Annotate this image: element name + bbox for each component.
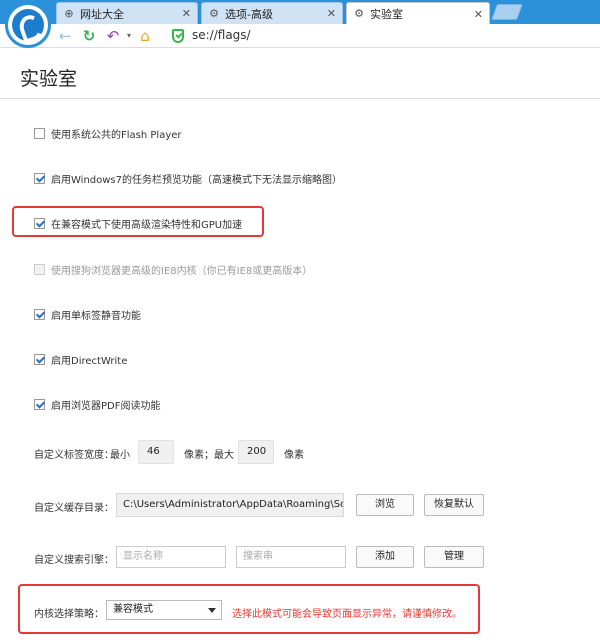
add-button[interactable]: 添加 [356,546,414,568]
checkbox[interactable] [34,309,45,320]
unit-label: 像素；最大 [184,450,234,461]
option-tab-mute[interactable]: 启用单标签静音功能 [34,307,141,322]
close-icon[interactable]: ✕ [327,7,336,20]
page-title: 实验室 [20,68,78,90]
kernel-warning-text: 选择此模式可能会导致页面显示异常，请谨慎修改。 [232,609,462,620]
min-width-input[interactable]: 46 [138,440,174,464]
gear-icon: ⚙ [354,7,364,20]
tab-options-advanced[interactable]: ⚙ 选项-高级 ✕ [201,2,343,24]
checkbox[interactable] [34,173,45,184]
option-gpu-acceleration[interactable]: 在兼容模式下使用高级渲染特性和GPU加速 [34,216,242,231]
kernel-strategy-label: 内核选择策略： [34,609,104,620]
checkbox[interactable] [34,218,45,229]
restore-default-button[interactable]: 恢复默认 [424,494,484,516]
checkbox [34,264,45,275]
option-ie8-kernel: 使用搜狗浏览器更高级的IE8内核（你已有IE8或更高版本） [34,262,312,277]
manage-button[interactable]: 管理 [424,546,484,568]
toolbar: ← ↻ ↶ ▾ ⌂ se://flags/ [0,24,600,48]
cache-dir-input[interactable]: C:\Users\Administrator\AppData\Roaming\S… [116,493,344,517]
tab-width-label: 自定义标签宽度： [34,450,114,461]
home-icon[interactable]: ⌂ [136,27,154,45]
refresh-icon[interactable]: ↻ [80,27,98,45]
divider [0,98,600,99]
back-arrow-icon[interactable]: ← [56,27,74,45]
search-name-input[interactable]: 显示名称 [116,546,226,568]
checkbox[interactable] [34,354,45,365]
browse-button[interactable]: 浏览 [356,494,414,516]
dropdown-arrow-icon [208,608,216,613]
gear-icon: ⚙ [209,6,219,20]
close-icon[interactable]: ✕ [474,8,483,21]
security-shield-icon [172,29,184,43]
sogou-logo-icon[interactable] [5,2,51,48]
option-directwrite[interactable]: 启用DirectWrite [34,352,127,367]
tab-nav-sites[interactable]: ⊕ 网址大全 ✕ [56,2,198,24]
close-icon[interactable]: ✕ [182,7,191,20]
option-pdf-reader[interactable]: 启用浏览器PDF阅读功能 [34,397,160,412]
checkbox[interactable] [34,399,45,410]
globe-icon: ⊕ [64,6,74,20]
cache-dir-label: 自定义缓存目录： [34,503,114,514]
min-label: 最小 [110,450,130,461]
tab-lab[interactable]: ⚙ 实验室 ✕ [346,2,490,25]
unit-label: 像素 [284,450,304,461]
search-engine-label: 自定义搜索引擎： [34,555,114,566]
kernel-mode-select[interactable]: 兼容模式 [106,600,222,620]
address-bar[interactable]: se://flags/ [192,28,251,42]
max-width-input[interactable]: 200 [238,440,274,464]
option-win7-taskbar-preview[interactable]: 启用Windows7的任务栏预览功能（高速模式下无法显示缩略图） [34,171,342,186]
option-flash-player[interactable]: 使用系统公共的Flash Player [34,126,182,141]
checkbox[interactable] [34,128,45,139]
search-query-input[interactable]: 搜索串 [236,546,346,568]
